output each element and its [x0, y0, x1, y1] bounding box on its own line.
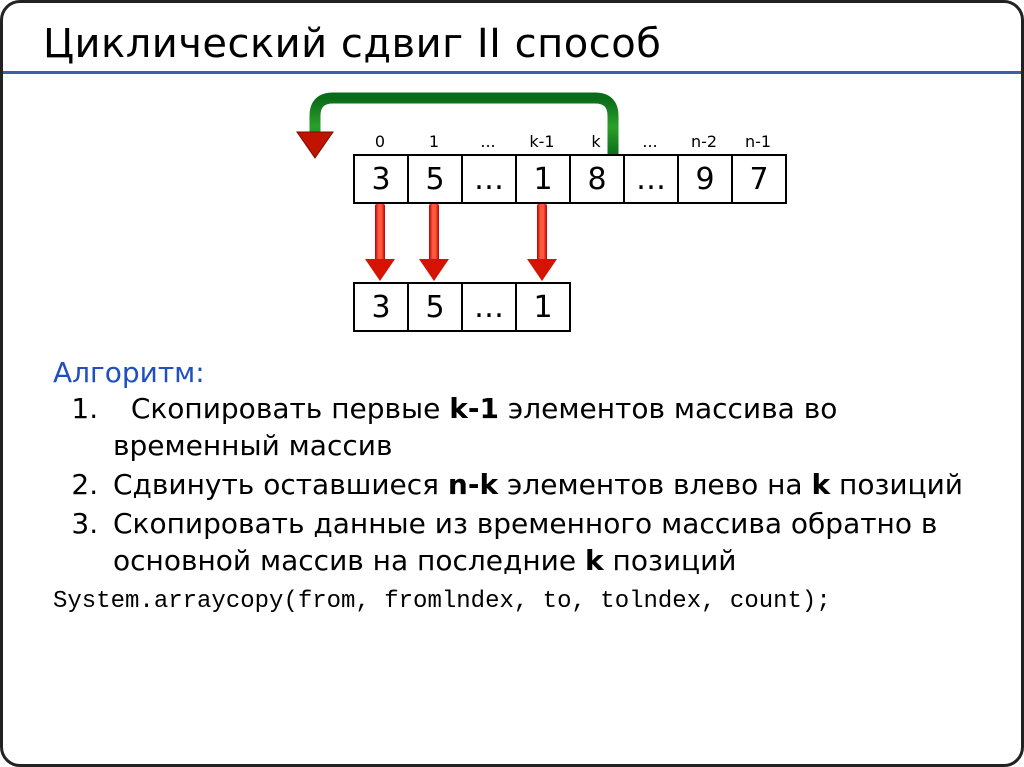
index-label: ...: [461, 132, 515, 151]
index-label: 0: [353, 132, 407, 151]
diagram: 0 1 ... k-1 k ... n-2 n-1 3 5 … 1 8 … 9 …: [53, 86, 991, 356]
copy-arrow-icon: [533, 204, 551, 280]
array-cell: …: [463, 284, 517, 330]
array-cell: 8: [571, 156, 625, 202]
array-cell: 1: [517, 156, 571, 202]
source-array: 3 5 … 1 8 … 9 7: [353, 154, 787, 204]
algorithm-heading: Алгоритм:: [53, 356, 991, 389]
array-cell: 7: [733, 156, 785, 202]
slide-title: Циклический сдвиг II способ: [43, 21, 991, 67]
step-3: Скопировать данные из временного массива…: [107, 506, 991, 580]
algorithm-steps: Скопировать первые k-1 элементов массива…: [53, 391, 991, 580]
array-cell: 3: [355, 284, 409, 330]
index-label: n-1: [731, 132, 785, 151]
copy-arrow-icon: [371, 204, 389, 280]
index-row: 0 1 ... k-1 k ... n-2 n-1: [353, 132, 785, 151]
array-cell: 3: [355, 156, 409, 202]
index-label: n-2: [677, 132, 731, 151]
copy-arrow-icon: [425, 204, 443, 280]
slide: Циклический сдвиг II способ 0 1 ... k-1 …: [0, 0, 1024, 767]
code-line: System.arraycopy(from, fromlndex, to, to…: [53, 588, 991, 615]
index-label: ...: [623, 132, 677, 151]
array-cell: 9: [679, 156, 733, 202]
array-cell: …: [463, 156, 517, 202]
array-cell: 5: [409, 284, 463, 330]
array-cell: 5: [409, 156, 463, 202]
index-label: 1: [407, 132, 461, 151]
step-1: Скопировать первые k-1 элементов массива…: [107, 391, 991, 465]
index-label: k: [569, 132, 623, 151]
array-cell: 1: [517, 284, 569, 330]
index-label: k-1: [515, 132, 569, 151]
array-cell: …: [625, 156, 679, 202]
step-2: Сдвинуть оставшиеся n-k элементов влево …: [107, 467, 991, 504]
temp-array: 3 5 … 1: [353, 282, 571, 332]
title-underline: [3, 71, 1021, 74]
